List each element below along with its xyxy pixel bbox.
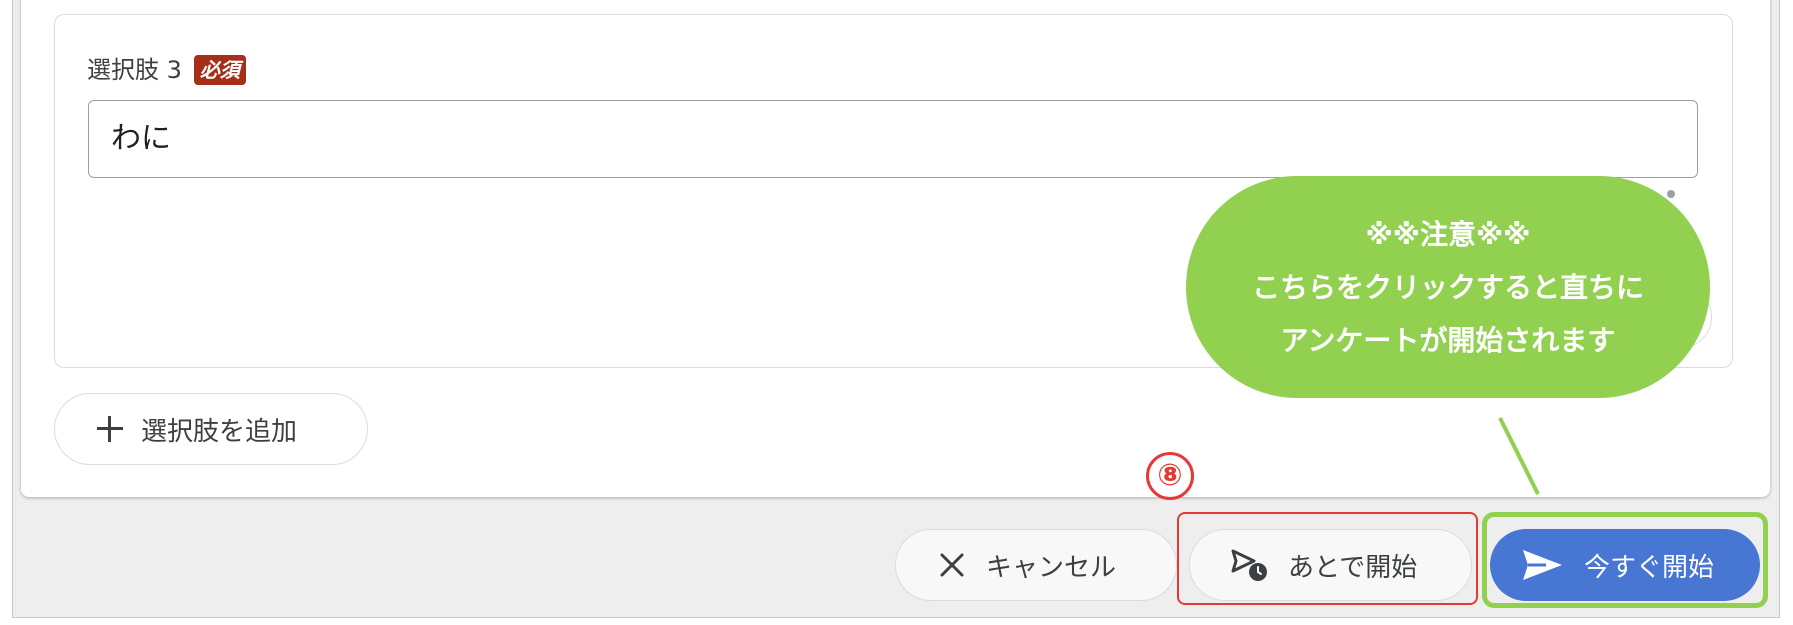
option-3-input[interactable]: わに <box>88 100 1698 178</box>
option-3-value: わに <box>111 121 171 156</box>
option-field-label: 選択肢 3 必須 <box>87 50 246 90</box>
callout-line-3: アンケートが開始されます <box>1280 323 1616 357</box>
plus-icon <box>97 416 123 442</box>
close-icon <box>940 553 964 577</box>
required-badge: 必須 <box>193 55 246 85</box>
add-option-label: 選択肢を追加 <box>141 416 298 447</box>
start-now-highlight <box>1482 512 1768 608</box>
warning-callout: ※※注意※※ こちらをクリックすると直ちに アンケートが開始されます <box>1186 176 1710 398</box>
start-later-highlight <box>1177 512 1478 605</box>
callout-line-2: こちらをクリックすると直ちに <box>1251 270 1644 304</box>
step-number-badge: ⑧ <box>1146 452 1194 500</box>
option-label-text: 選択肢 3 <box>87 56 182 84</box>
add-option-button[interactable]: 選択肢を追加 <box>54 393 368 465</box>
callout-title: ※※注意※※ <box>1365 217 1531 251</box>
indicator-dot <box>1667 190 1675 198</box>
cancel-button-label: キャンセル <box>986 552 1117 583</box>
cancel-button[interactable]: キャンセル <box>895 529 1177 601</box>
